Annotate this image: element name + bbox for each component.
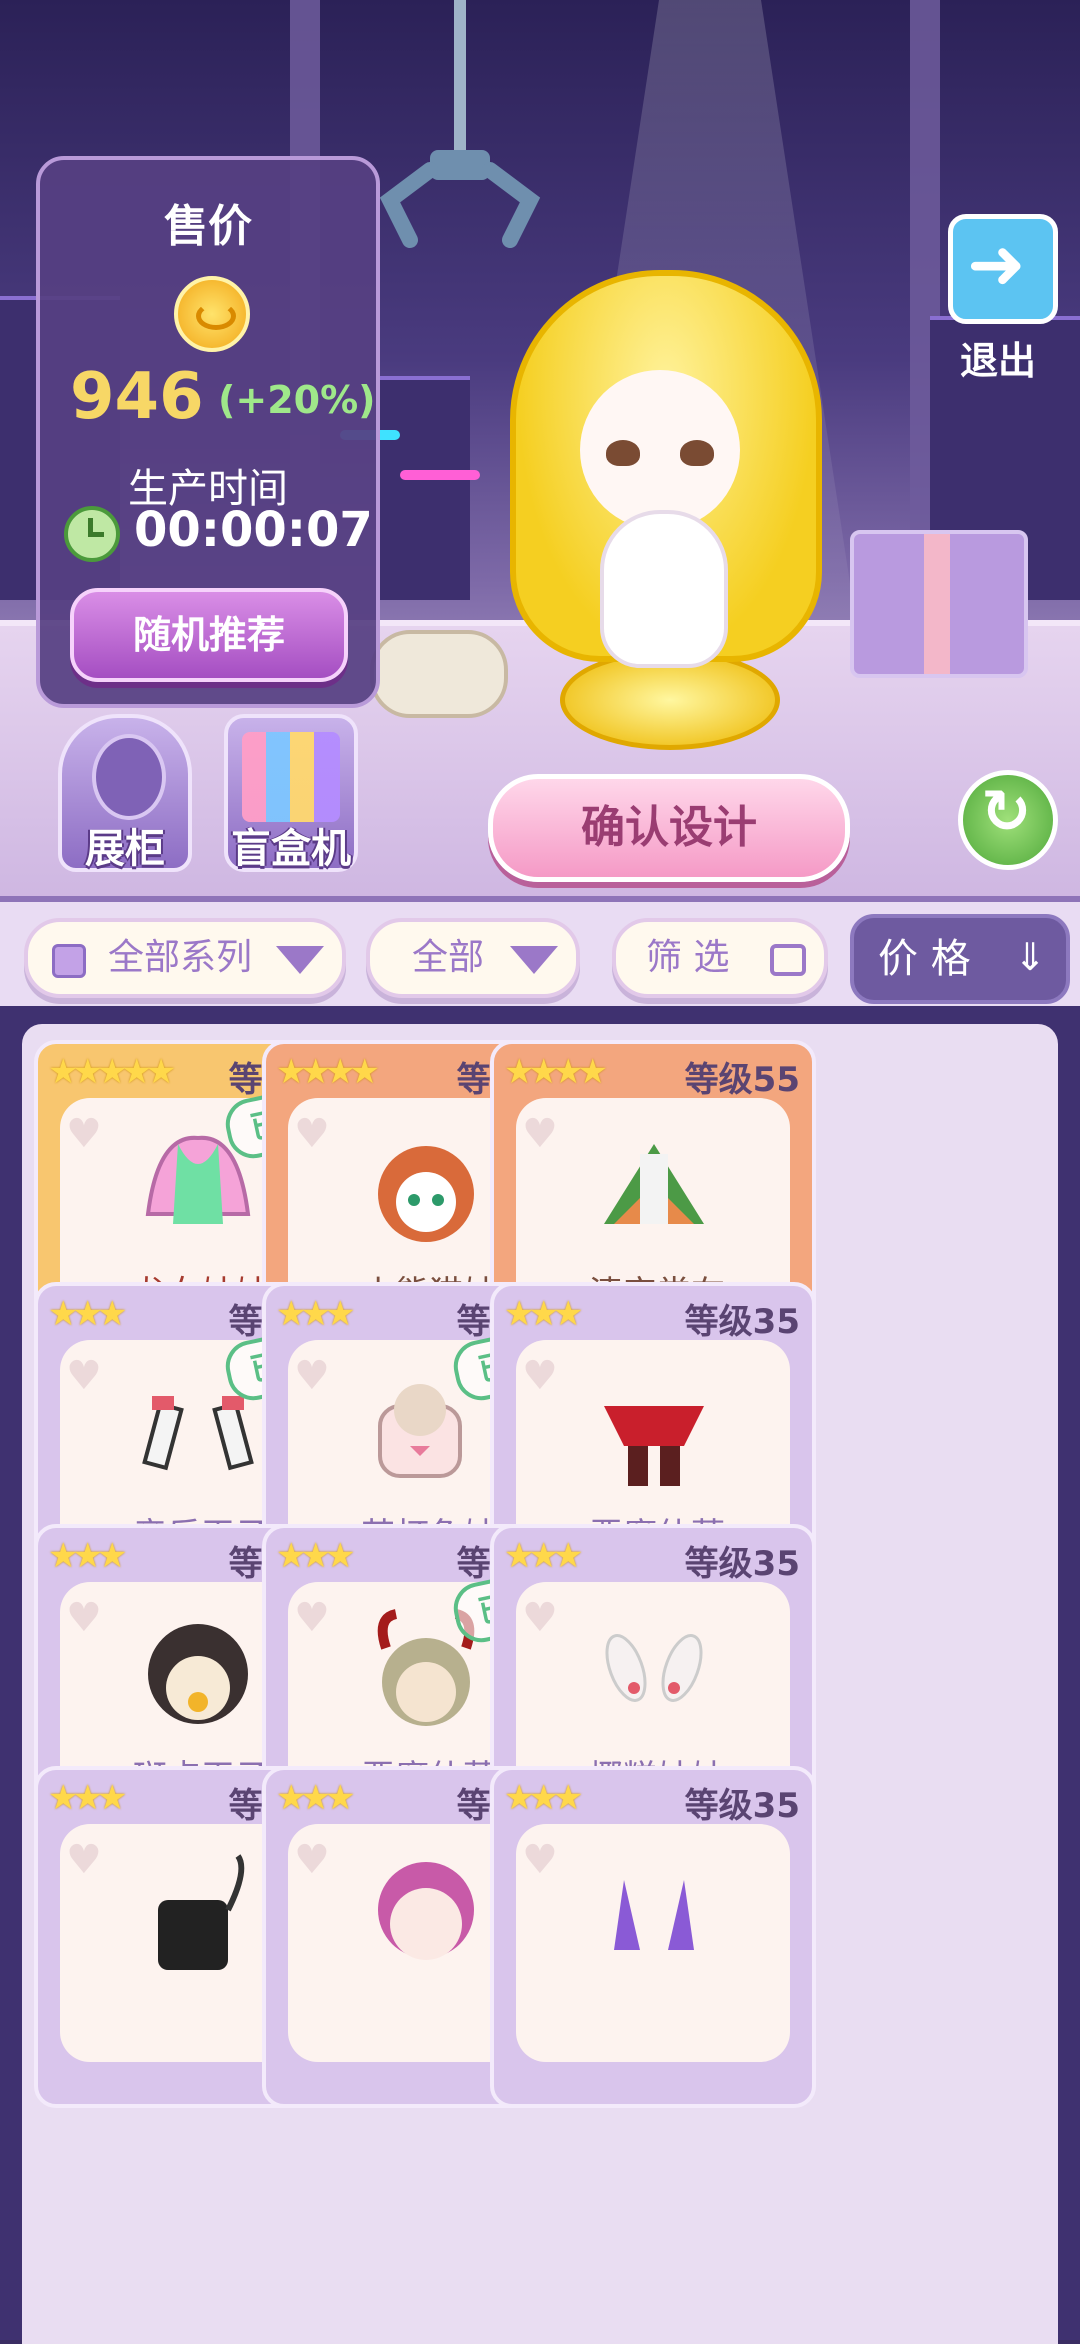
favorite-heart-icon[interactable]: ♥	[522, 1356, 558, 1396]
clock-icon	[64, 506, 120, 562]
rarity-stars: ★★★	[504, 1536, 583, 1576]
category-dropdown[interactable]: 全部	[366, 918, 580, 998]
doll-body	[600, 510, 728, 668]
rarity-stars: ★★★★★	[48, 1052, 176, 1092]
item-art-icon	[594, 1366, 714, 1496]
favorite-heart-icon[interactable]: ♥	[66, 1114, 102, 1154]
item-grid: ★★★★★等级75♥已用龙女妹妹︽（腿部）升级⬆★★★★等级55♥小熊猫妹━（头…	[22, 1024, 1058, 2344]
item-art-icon	[138, 1608, 258, 1738]
item-art-icon	[366, 1124, 486, 1254]
exit-label: 退出	[959, 339, 1036, 383]
rarity-stars: ★★★	[504, 1778, 583, 1818]
item-grid-area: ★★★★★等级75♥已用龙女妹妹︽（腿部）升级⬆★★★★等级55♥小熊猫妹━（头…	[0, 1006, 1080, 2344]
category-label: 全部	[412, 937, 485, 978]
claw-machine-icon	[379, 0, 541, 248]
rarity-stars: ★★★★	[276, 1052, 380, 1092]
favorite-heart-icon[interactable]: ♥	[294, 1840, 330, 1880]
price-title: 售价	[164, 201, 252, 252]
neon-light	[400, 470, 480, 480]
favorite-heart-icon[interactable]: ♥	[66, 1598, 102, 1638]
favorite-heart-icon[interactable]: ♥	[522, 1840, 558, 1880]
cabinet-label: 展柜	[85, 826, 165, 872]
favorite-heart-icon[interactable]: ♥	[522, 1598, 558, 1638]
rarity-stars: ★★★	[48, 1294, 127, 1334]
gift-box	[850, 530, 1028, 678]
series-label: 全部系列	[108, 937, 253, 978]
rarity-stars: ★★★	[48, 1536, 127, 1576]
item-card[interactable]: ★★★ 等级35 ♥	[490, 1766, 816, 2108]
random-recommend-button[interactable]: 随机推荐	[70, 588, 348, 682]
item-art-icon	[366, 1850, 486, 1980]
item-art-icon	[594, 1124, 714, 1254]
price-panel: 售价 946 (+20%) 生产时间 00:00:07 随机推荐	[36, 156, 380, 708]
favorite-heart-icon[interactable]: ♥	[66, 1840, 102, 1880]
filter-label: 筛 选	[646, 937, 730, 978]
item-level: 等级35	[684, 1302, 800, 1342]
sort-descending-icon: ⇓	[1014, 935, 1046, 979]
item-level: 等级55	[684, 1060, 800, 1100]
favorite-heart-icon[interactable]: ♥	[294, 1598, 330, 1638]
rarity-stars: ★★★	[504, 1294, 583, 1334]
item-level: 等级35	[684, 1786, 800, 1826]
rarity-stars: ★★★	[276, 1778, 355, 1818]
favorite-heart-icon[interactable]: ♥	[522, 1114, 558, 1154]
cabinet-button[interactable]: 展柜	[58, 714, 192, 872]
gacha-machine-label: 盲盒机	[231, 826, 351, 872]
refresh-button[interactable]	[958, 770, 1058, 870]
price-sort-label: 价 格	[878, 936, 971, 982]
cabinet-doll-icon	[92, 734, 166, 820]
gacha-machine-button[interactable]: 盲盒机	[224, 714, 358, 872]
rarity-stars: ★★★	[48, 1778, 127, 1818]
item-art-icon	[138, 1850, 258, 1980]
filter-button[interactable]: 筛 选	[612, 918, 828, 998]
favorite-heart-icon[interactable]: ♥	[294, 1114, 330, 1154]
filter-icon	[770, 944, 806, 976]
chevron-down-icon	[510, 946, 558, 974]
series-icon	[52, 944, 86, 978]
favorite-heart-icon[interactable]: ♥	[66, 1356, 102, 1396]
item-level: 等级35	[684, 1544, 800, 1584]
item-art-icon	[594, 1608, 714, 1738]
doll-preview	[470, 260, 870, 760]
price-bonus: (+20%)	[218, 378, 376, 422]
filter-bar: 全部系列 全部 筛 选 价 格 ⇓	[0, 896, 1080, 1012]
coin-icon	[174, 276, 250, 352]
rarity-stars: ★★★	[276, 1536, 355, 1576]
chevron-down-icon	[276, 946, 324, 974]
doll-face	[580, 370, 740, 530]
gacha-machine-icon	[242, 732, 340, 822]
rarity-stars: ★★★	[276, 1294, 355, 1334]
doll-eye	[606, 440, 640, 466]
favorite-heart-icon[interactable]: ♥	[294, 1356, 330, 1396]
city-building	[380, 376, 470, 600]
rarity-stars: ★★★★	[504, 1052, 608, 1092]
item-art-icon	[594, 1850, 714, 1980]
price-value: 946	[70, 360, 204, 434]
exit-arrow-icon	[948, 214, 1058, 324]
production-time-value: 00:00:07	[134, 502, 373, 558]
exit-button[interactable]: 退出	[948, 214, 1060, 383]
series-dropdown[interactable]: 全部系列	[24, 918, 346, 998]
confirm-design-button[interactable]: 确认设计	[488, 774, 850, 882]
doll-eye	[680, 440, 714, 466]
price-sort-button[interactable]: 价 格 ⇓	[850, 914, 1070, 1004]
